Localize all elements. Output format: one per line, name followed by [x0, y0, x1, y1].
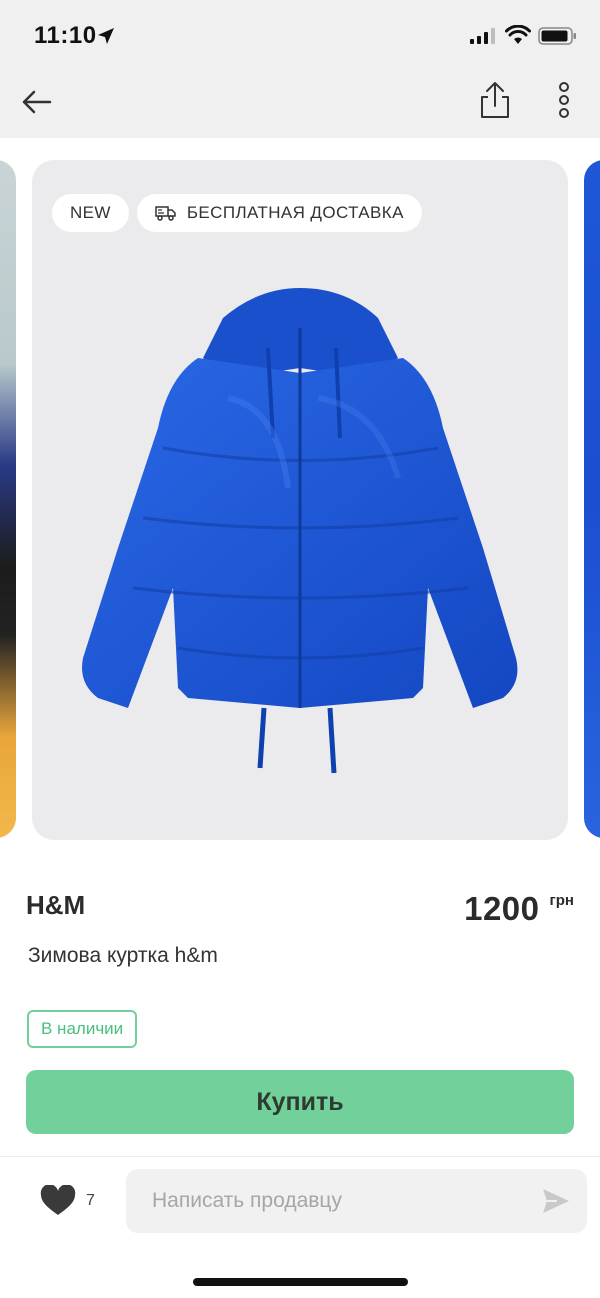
new-badge-label: NEW: [70, 203, 111, 222]
next-image-card[interactable]: [584, 160, 600, 838]
message-placeholder: Написать продавцу: [152, 1189, 342, 1212]
message-seller-input[interactable]: Написать продавцу: [126, 1169, 587, 1233]
back-arrow-icon: [22, 90, 52, 114]
like-count: 7: [86, 1192, 95, 1209]
heart-icon: [40, 1185, 76, 1215]
like-button[interactable]: 7: [40, 1185, 95, 1217]
status-bar: 11:10: [0, 0, 600, 66]
back-button[interactable]: [18, 84, 54, 120]
bottom-action-bar: 7 Написать продавцу: [0, 1156, 600, 1298]
share-icon: [481, 82, 509, 118]
price-currency: грн: [549, 892, 574, 909]
buy-button[interactable]: Купить: [26, 1070, 574, 1134]
product-title: Зимова куртка h&m: [28, 944, 218, 967]
product-image-card[interactable]: NEW БЕСПЛАТНАЯ ДОСТАВКА: [32, 160, 568, 840]
product-brand[interactable]: H&M: [26, 890, 85, 921]
badge-row: NEW БЕСПЛАТНАЯ ДОСТАВКА: [52, 194, 422, 232]
new-badge: NEW: [52, 194, 129, 232]
send-icon: [543, 1189, 569, 1213]
status-time: 11:10: [34, 22, 97, 49]
signal-icon: [470, 28, 495, 44]
send-button[interactable]: [541, 1187, 571, 1215]
free-delivery-label: БЕСПЛАТНАЯ ДОСТАВКА: [186, 203, 404, 222]
more-vertical-icon: [559, 82, 569, 118]
previous-image-card[interactable]: [0, 160, 16, 838]
wifi-icon: [505, 25, 531, 44]
buy-button-label: Купить: [256, 1087, 344, 1116]
product-photo-jacket: [82, 288, 518, 774]
location-arrow-icon: [98, 28, 114, 44]
price-block: 1200 грн: [464, 890, 574, 928]
product-image-carousel[interactable]: NEW БЕСПЛАТНАЯ ДОСТАВКА: [0, 160, 600, 840]
truck-icon: [155, 206, 176, 221]
battery-icon: [538, 27, 576, 45]
share-button[interactable]: [476, 80, 514, 120]
more-options-button[interactable]: [552, 80, 576, 120]
product-price: 1200: [464, 890, 540, 927]
free-delivery-badge: БЕСПЛАТНАЯ ДОСТАВКА: [136, 194, 422, 232]
nav-bar: [0, 66, 600, 138]
stock-status-label: В наличии: [41, 1019, 124, 1038]
stock-status-badge: В наличии: [27, 1010, 138, 1048]
home-indicator[interactable]: [193, 1278, 408, 1286]
